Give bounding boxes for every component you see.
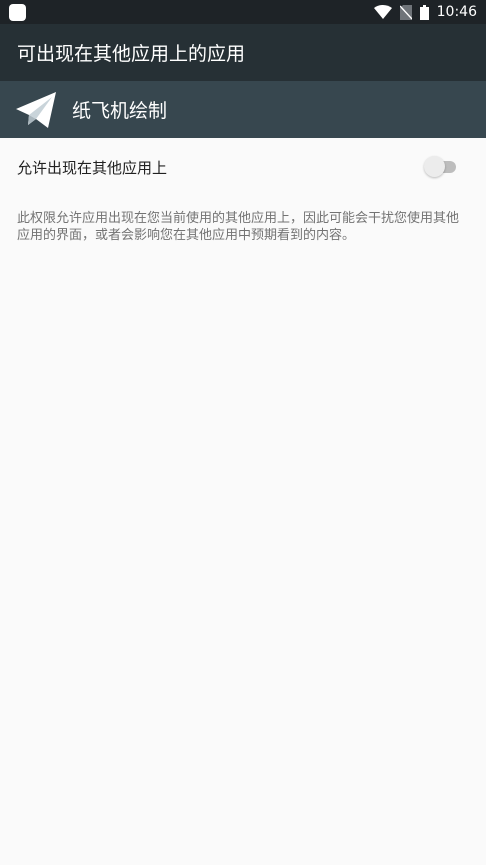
status-bar: 10:46 bbox=[0, 0, 486, 24]
paper-plane-icon bbox=[14, 88, 58, 132]
clock: 10:46 bbox=[436, 4, 477, 20]
allow-overlay-label: 允许出现在其他应用上 bbox=[17, 158, 168, 177]
page-title: 可出现在其他应用上的应用 bbox=[17, 43, 246, 65]
allow-overlay-switch[interactable] bbox=[424, 156, 458, 178]
app-header: 纸飞机绘制 bbox=[0, 81, 486, 138]
switch-thumb bbox=[424, 156, 445, 177]
wifi-icon bbox=[373, 5, 392, 19]
no-sim-icon bbox=[399, 4, 412, 20]
allow-overlay-row[interactable]: 允许出现在其他应用上 bbox=[0, 138, 486, 196]
battery-icon bbox=[419, 4, 429, 20]
permission-description: 此权限允许应用出现在您当前使用的其他应用上，因此可能会干扰您使用其他应用的界面，… bbox=[17, 211, 460, 243]
notification-icon bbox=[9, 3, 26, 21]
toolbar: 可出现在其他应用上的应用 bbox=[0, 24, 486, 81]
app-name: 纸飞机绘制 bbox=[72, 100, 168, 122]
